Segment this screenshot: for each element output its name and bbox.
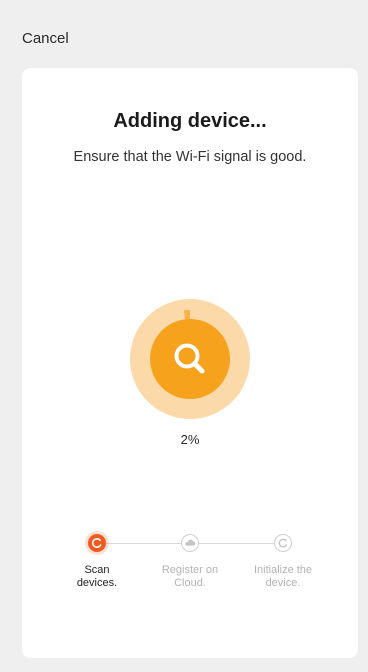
add-device-card: Adding device... Ensure that the Wi-Fi s… <box>22 68 358 658</box>
progress-inner-circle <box>150 319 230 399</box>
step-label: Register on Cloud. <box>161 564 219 589</box>
progress-percent: 2% <box>180 432 200 447</box>
step-register-cloud: Register on Cloud. <box>150 530 230 590</box>
cloud-icon <box>185 539 196 546</box>
page-title: Adding device... <box>113 110 267 132</box>
step-status-dot <box>274 534 292 552</box>
page-subtitle: Ensure that the Wi-Fi signal is good. <box>73 149 307 165</box>
step-label: Initialize the device. <box>253 564 313 589</box>
refresh-icon <box>91 538 102 548</box>
progress-indicator <box>130 299 250 419</box>
step-initialize-device: Initialize the device. <box>243 530 323 590</box>
progress-steps: Scan devices. Register on Cloud. Initial… <box>22 530 358 600</box>
step-status-dot <box>88 534 106 552</box>
step-label: Scan devices. <box>76 564 118 589</box>
refresh-icon <box>278 538 288 548</box>
step-scan-devices: Scan devices. <box>57 530 137 590</box>
cancel-button[interactable]: Cancel <box>22 29 69 49</box>
step-status-dot <box>181 534 199 552</box>
